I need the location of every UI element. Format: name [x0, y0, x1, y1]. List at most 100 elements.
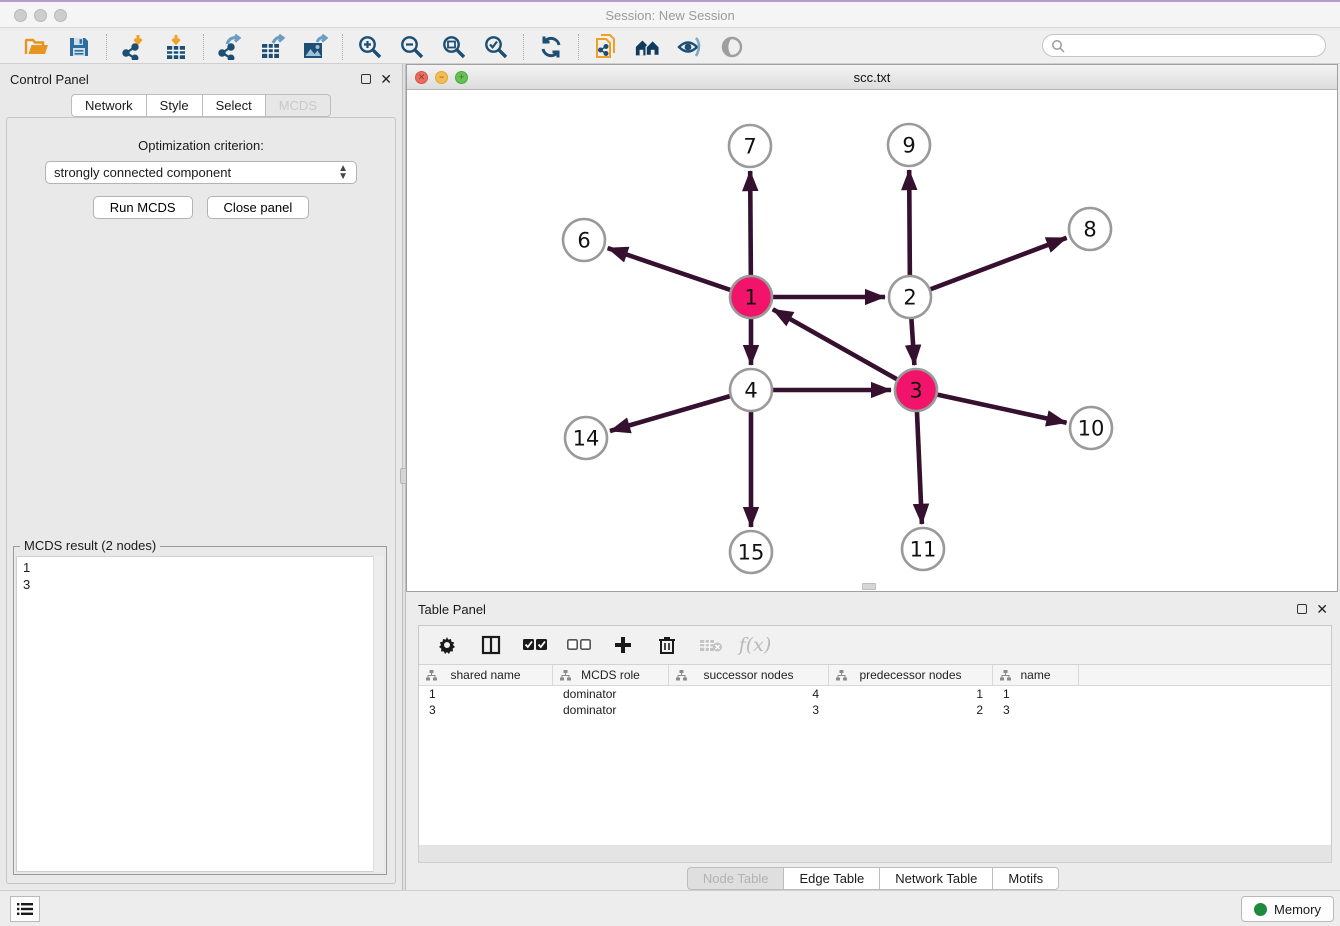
cell-name[interactable]: 1 [993, 686, 1079, 702]
table-body: 1dominator4113dominator323 [419, 686, 1331, 718]
hierarchy-icon [560, 670, 571, 681]
tab-network[interactable]: Network [71, 94, 146, 117]
import-network-icon[interactable] [120, 34, 148, 60]
zoom-in-icon[interactable] [356, 34, 384, 60]
tab-mcds[interactable]: MCDS [265, 94, 331, 117]
node-2[interactable]: 2 [889, 276, 931, 318]
column-header-predecessor-nodes[interactable]: predecessor nodes [829, 665, 993, 685]
tab-network-table[interactable]: Network Table [879, 867, 992, 890]
network-graph[interactable]: 1 2 3 4 6 7 8 9 10 11 14 15 [407, 90, 1337, 591]
cell-MCDS-role[interactable]: dominator [553, 702, 669, 718]
tab-select[interactable]: Select [202, 94, 265, 117]
control-panel-close-icon[interactable]: ✕ [380, 74, 392, 84]
node-8[interactable]: 8 [1069, 208, 1111, 250]
cell-MCDS-role[interactable]: dominator [553, 686, 669, 702]
table-toolbar: f(x) [419, 626, 1331, 665]
column-header-name[interactable]: name [993, 665, 1079, 685]
status-bar: Memory [0, 890, 1340, 926]
column-header-MCDS-role[interactable]: MCDS role [553, 665, 669, 685]
export-image-icon[interactable] [301, 34, 329, 60]
zoom-fit-icon[interactable] [440, 34, 468, 60]
cell-shared-name[interactable]: 3 [419, 702, 553, 718]
mcds-result-item[interactable]: 3 [23, 576, 377, 593]
node-11[interactable]: 11 [902, 528, 944, 570]
tab-motifs[interactable]: Motifs [992, 867, 1059, 890]
network-resize-grip[interactable] [862, 583, 876, 590]
search-field[interactable] [1042, 34, 1326, 57]
memory-label: Memory [1274, 902, 1321, 917]
cell-successor-nodes[interactable]: 3 [669, 702, 829, 718]
node-9[interactable]: 9 [888, 124, 930, 166]
cell-predecessor-nodes[interactable]: 2 [829, 702, 993, 718]
search-input[interactable] [1065, 37, 1325, 55]
zoom-selected-icon[interactable] [482, 34, 510, 60]
tab-edge-table[interactable]: Edge Table [783, 867, 879, 890]
export-network-icon[interactable] [217, 34, 245, 60]
svg-text:14: 14 [573, 427, 600, 451]
node-10[interactable]: 10 [1070, 407, 1112, 449]
tab-node-table[interactable]: Node Table [687, 867, 784, 890]
first-neighbors-icon[interactable] [634, 34, 662, 60]
table-row[interactable]: 1dominator411 [419, 686, 1331, 702]
node-1[interactable]: 1 [730, 276, 772, 318]
memory-status-icon [1254, 903, 1267, 916]
table-panel: Table Panel ✕ [406, 595, 1340, 890]
delete-columns-icon[interactable] [655, 633, 679, 657]
column-selector-icon[interactable] [479, 633, 503, 657]
table-row[interactable]: 3dominator323 [419, 702, 1331, 718]
node-7[interactable]: 7 [729, 125, 771, 167]
table-tabs: Node TableEdge TableNetwork TableMotifs [406, 867, 1340, 890]
edge-1-6[interactable] [608, 248, 751, 297]
tab-style[interactable]: Style [146, 94, 202, 117]
cell-predecessor-nodes[interactable]: 1 [829, 686, 993, 702]
import-table-icon[interactable] [162, 34, 190, 60]
open-file-icon[interactable] [23, 34, 51, 60]
hide-selected-icon[interactable] [676, 34, 704, 60]
optimization-criterion-label: Optimization criterion: [7, 138, 395, 153]
deselect-all-rows-icon[interactable] [567, 633, 591, 657]
column-header-successor-nodes[interactable]: successor nodes [669, 665, 829, 685]
network-canvas[interactable]: 1 2 3 4 6 7 8 9 10 11 14 15 [407, 90, 1337, 591]
table-options-icon[interactable] [435, 633, 459, 657]
close-panel-button[interactable]: Close panel [207, 196, 310, 219]
cell-shared-name[interactable]: 1 [419, 686, 553, 702]
save-session-icon[interactable] [65, 34, 93, 60]
criterion-dropdown[interactable]: strongly connected component ▲▼ [45, 161, 357, 184]
edge-3-1[interactable] [773, 309, 916, 390]
refresh-view-icon[interactable] [537, 34, 565, 60]
node-15[interactable]: 15 [730, 531, 772, 573]
table-panel-float-icon[interactable] [1297, 604, 1307, 614]
memory-button[interactable]: Memory [1241, 896, 1334, 922]
mcds-result-title: MCDS result (2 nodes) [20, 538, 160, 553]
run-mcds-button[interactable]: Run MCDS [93, 196, 193, 219]
node-table-card: f(x) shared nameMCDS rolesuccessor nodes… [418, 625, 1332, 858]
select-all-rows-icon[interactable] [523, 633, 547, 657]
mcds-result-group: MCDS result (2 nodes) 13 [13, 546, 387, 875]
zoom-out-icon[interactable] [398, 34, 426, 60]
table-header-row: shared nameMCDS rolesuccessor nodesprede… [419, 665, 1331, 686]
network-window-titlebar[interactable]: scc.txt ✕ − + [407, 65, 1337, 90]
column-header-shared-name[interactable]: shared name [419, 665, 553, 685]
table-panel-title: Table Panel [418, 602, 486, 617]
control-panel-tabs: NetworkStyleSelectMCDS [0, 94, 402, 117]
export-table-icon[interactable] [259, 34, 287, 60]
edge-3-10[interactable] [916, 390, 1067, 423]
edge-2-8[interactable] [910, 238, 1067, 297]
node-6[interactable]: 6 [563, 219, 605, 261]
control-panel-float-icon[interactable] [361, 74, 371, 84]
cell-name[interactable]: 3 [993, 702, 1079, 718]
show-graphics-details-icon[interactable] [718, 34, 746, 60]
mcds-result-list[interactable]: 13 [16, 556, 384, 872]
result-scrollbar[interactable] [373, 556, 384, 872]
clone-network-icon[interactable] [592, 34, 620, 60]
task-history-button[interactable] [10, 896, 40, 922]
create-column-icon[interactable] [611, 633, 635, 657]
table-panel-close-icon[interactable]: ✕ [1316, 604, 1328, 614]
node-3[interactable]: 3 [895, 369, 937, 411]
table-hscrollbar[interactable] [418, 845, 1332, 863]
cell-successor-nodes[interactable]: 4 [669, 686, 829, 702]
svg-text:6: 6 [577, 229, 590, 253]
mcds-result-item[interactable]: 1 [23, 559, 377, 576]
node-14[interactable]: 14 [565, 417, 607, 459]
node-4[interactable]: 4 [730, 369, 772, 411]
